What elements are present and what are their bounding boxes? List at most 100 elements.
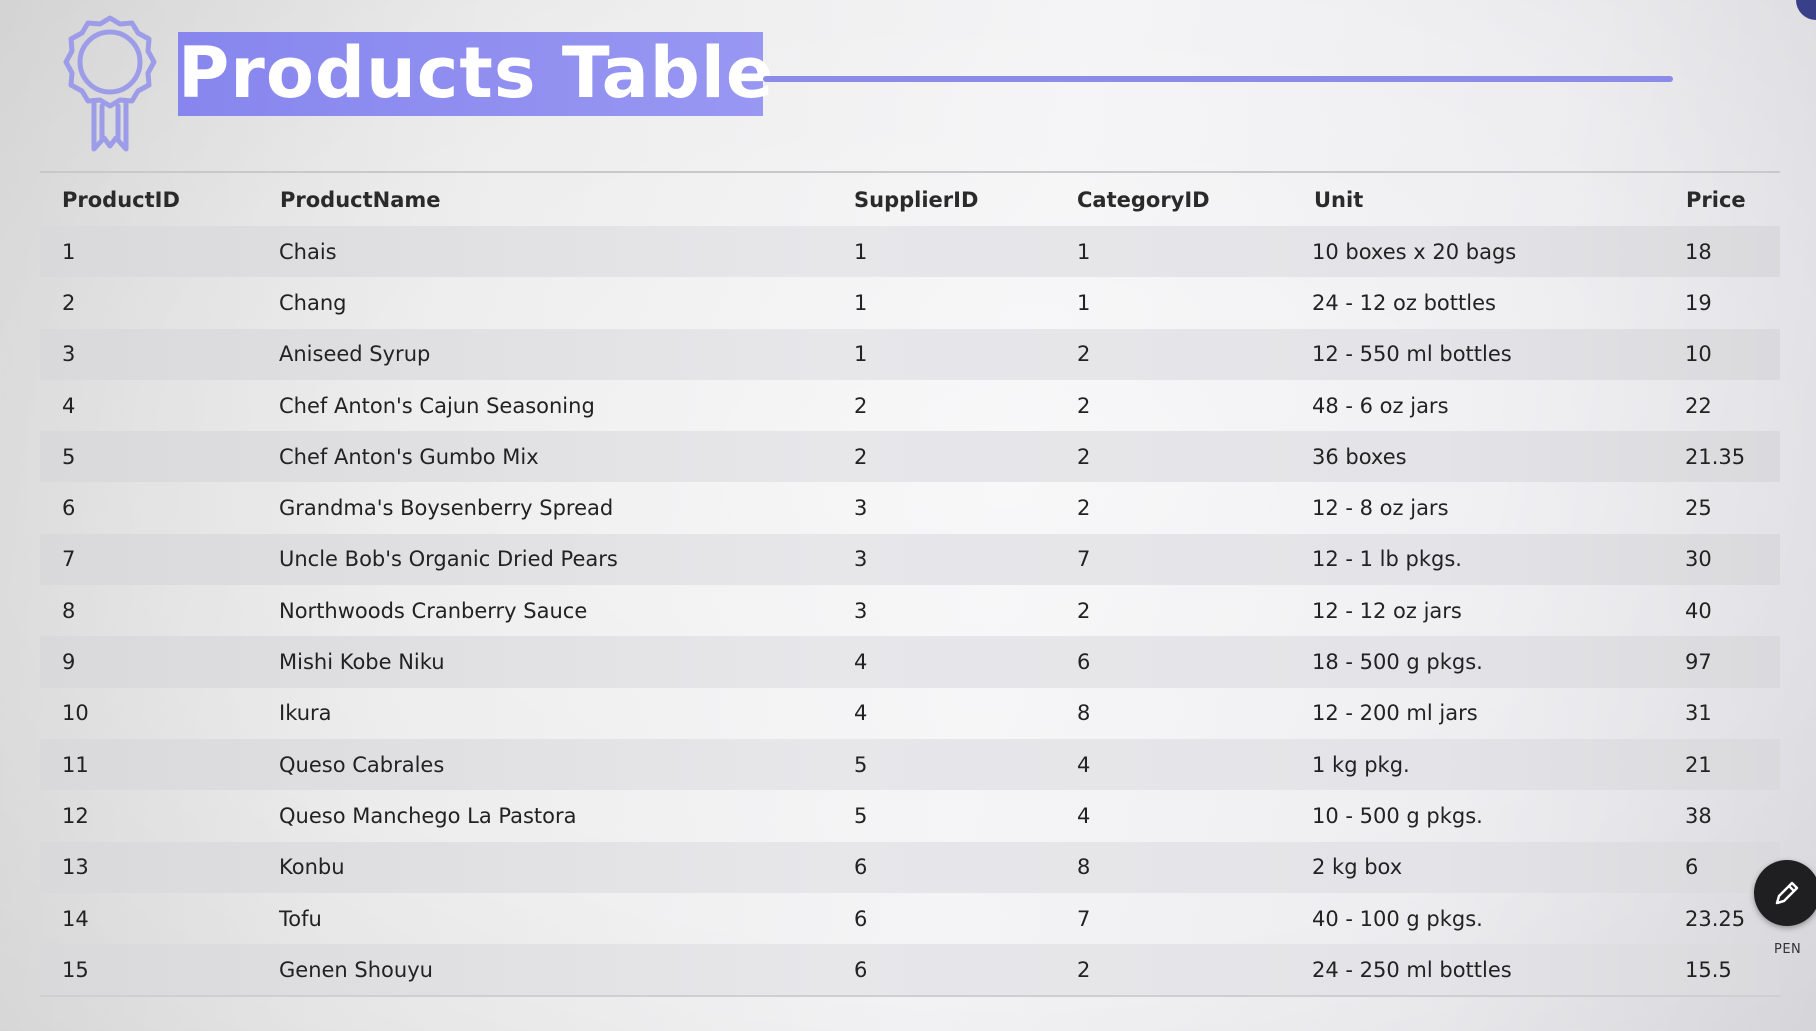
cell-unit: 12 - 1 lb pkgs.: [1312, 547, 1462, 572]
award-ribbon-icon: [60, 14, 160, 154]
cell-categoryid: 2: [1077, 598, 1091, 623]
cell-productname: Queso Cabrales: [279, 752, 445, 777]
cell-supplierid: 2: [854, 393, 868, 418]
cell-productid: 4: [62, 393, 76, 418]
cell-price: 23.25: [1685, 906, 1746, 931]
cell-supplierid: 3: [854, 547, 868, 572]
cell-categoryid: 4: [1077, 752, 1091, 777]
cell-productname: Queso Manchego La Pastora: [279, 803, 577, 828]
table-row: 7 Uncle Bob's Organic Dried Pears 3 7 12 - 1…: [40, 533, 1780, 586]
table-row: 3 Aniseed Syrup 1 2 12 - 550 ml bottles 10: [40, 328, 1780, 380]
cell-productid: 7: [62, 547, 76, 572]
cell-productid: 15: [62, 957, 89, 982]
cell-productname: Tofu: [279, 906, 322, 931]
cell-productname: Chef Anton's Gumbo Mix: [279, 444, 539, 469]
title-underline: [763, 76, 1673, 82]
cell-productname: Northwoods Cranberry Sauce: [279, 598, 588, 623]
cell-price: 10: [1685, 342, 1712, 367]
cell-categoryid: 7: [1077, 906, 1091, 931]
cell-supplierid: 5: [854, 752, 868, 777]
table-header-row: ProductID ProductName SupplierID Categor…: [40, 173, 1780, 226]
cell-price: 31: [1685, 701, 1712, 726]
cell-productname: Chef Anton's Cajun Seasoning: [279, 393, 595, 418]
cell-price: 18: [1685, 239, 1712, 264]
cell-supplierid: 1: [854, 290, 868, 315]
table-row: 5 Chef Anton's Gumbo Mix 2 2 36 boxes 21.35: [40, 431, 1780, 483]
cell-price: 21: [1685, 752, 1712, 777]
table-row: 1 Chais 1 1 10 boxes x 20 bags 18: [40, 226, 1780, 278]
cell-supplierid: 3: [854, 598, 868, 623]
cell-categoryid: 2: [1077, 342, 1091, 367]
column-header-supplierid: SupplierID: [854, 187, 979, 212]
cell-price: 15.5: [1685, 957, 1732, 982]
table-row: 15 Genen Shouyu 6 2 24 - 250 ml bottles 15.5: [40, 944, 1780, 996]
cell-productid: 10: [62, 701, 89, 726]
cell-price: 21.35: [1685, 444, 1746, 469]
cell-supplierid: 1: [854, 239, 868, 264]
cell-productid: 5: [62, 444, 76, 469]
cell-categoryid: 2: [1077, 957, 1091, 982]
column-header-unit: Unit: [1314, 187, 1364, 212]
table-bottom-border: [40, 995, 1780, 997]
cell-categoryid: 1: [1077, 290, 1091, 315]
cell-productid: 11: [62, 752, 89, 777]
cell-categoryid: 4: [1077, 803, 1091, 828]
products-table: ProductID ProductName SupplierID Categor…: [40, 171, 1780, 996]
cell-categoryid: 6: [1077, 650, 1091, 675]
cell-productid: 6: [62, 496, 76, 521]
cell-categoryid: 7: [1077, 547, 1091, 572]
pencil-icon: [1775, 881, 1799, 905]
cell-productname: Grandma's Boysenberry Spread: [279, 496, 614, 521]
cell-price: 30: [1685, 547, 1712, 572]
table-row: 13 Konbu 6 8 2 kg box 6: [40, 841, 1780, 893]
cell-productname: Konbu: [279, 855, 345, 880]
table-row: 9 Mishi Kobe Niku 4 6 18 - 500 g pkgs. 97: [40, 636, 1780, 688]
cell-productid: 8: [62, 598, 76, 623]
cell-price: 25: [1685, 496, 1712, 521]
cell-price: 22: [1685, 393, 1712, 418]
cell-categoryid: 2: [1077, 393, 1091, 418]
cell-unit: 12 - 550 ml bottles: [1312, 342, 1512, 367]
cell-productid: 13: [62, 855, 89, 880]
cell-productname: Mishi Kobe Niku: [279, 650, 445, 675]
table-row: 10 Ikura 4 8 12 - 200 ml jars 31: [40, 688, 1780, 739]
cell-unit: 2 kg box: [1312, 855, 1403, 880]
cell-supplierid: 3: [854, 496, 868, 521]
table-row: 12 Queso Manchego La Pastora 5 4 10 - 500 g …: [40, 790, 1780, 841]
cell-categoryid: 2: [1077, 444, 1091, 469]
table-row: 6 Grandma's Boysenberry Spread 3 2 12 - 8 oz…: [40, 482, 1780, 533]
table-row: 11 Queso Cabrales 5 4 1 kg pkg. 21: [40, 738, 1780, 791]
cell-price: 40: [1685, 598, 1712, 623]
column-header-price: Price: [1686, 187, 1746, 212]
table-row: 8 Northwoods Cranberry Sauce 3 2 12 - 12 oz …: [40, 585, 1780, 636]
cell-supplierid: 6: [854, 906, 868, 931]
cell-productid: 9: [62, 650, 76, 675]
cell-supplierid: 4: [854, 650, 868, 675]
cell-unit: 10 - 500 g pkgs.: [1312, 803, 1483, 828]
column-header-productname: ProductName: [280, 187, 441, 212]
cell-price: 97: [1685, 650, 1712, 675]
cell-productname: Ikura: [279, 701, 332, 726]
cell-price: 6: [1685, 855, 1699, 880]
cell-supplierid: 1: [854, 342, 868, 367]
page-title: Products Table: [178, 32, 775, 114]
corner-indicator: [1796, 0, 1816, 20]
cell-productname: Uncle Bob's Organic Dried Pears: [279, 547, 618, 572]
cell-productid: 2: [62, 290, 76, 315]
cell-unit: 12 - 200 ml jars: [1312, 701, 1478, 726]
cell-unit: 18 - 500 g pkgs.: [1312, 650, 1483, 675]
cell-productname: Aniseed Syrup: [279, 342, 431, 367]
cell-unit: 12 - 8 oz jars: [1312, 496, 1449, 521]
cell-unit: 12 - 12 oz jars: [1312, 598, 1462, 623]
cell-price: 38: [1685, 803, 1712, 828]
cell-unit: 1 kg pkg.: [1312, 752, 1410, 777]
cell-categoryid: 8: [1077, 855, 1091, 880]
cell-categoryid: 2: [1077, 496, 1091, 521]
cell-unit: 10 boxes x 20 bags: [1312, 239, 1517, 264]
cell-productname: Chang: [279, 290, 347, 315]
column-header-categoryid: CategoryID: [1077, 187, 1210, 212]
pen-tool-button[interactable]: [1754, 860, 1816, 926]
cell-productname: Chais: [279, 239, 337, 264]
cell-productid: 14: [62, 906, 89, 931]
cell-categoryid: 1: [1077, 239, 1091, 264]
